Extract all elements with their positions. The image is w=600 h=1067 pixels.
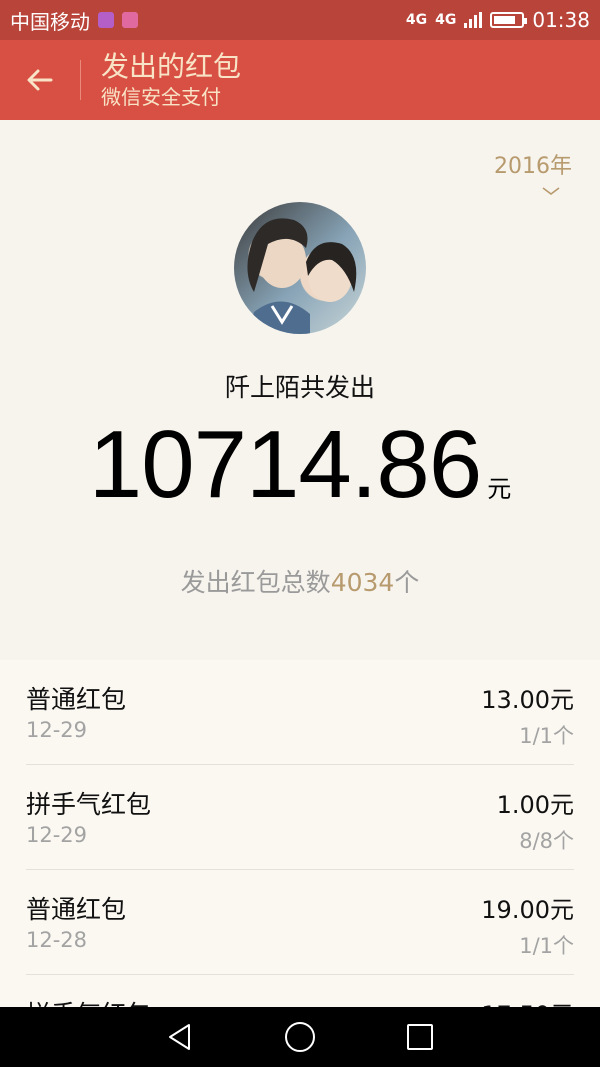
- currency-unit: 元: [487, 475, 512, 503]
- nav-back-button[interactable]: [150, 1007, 210, 1067]
- packet-amount: 17.50元: [481, 995, 574, 1007]
- avatar-photo: [247, 218, 357, 334]
- system-nav-bar: [0, 1007, 600, 1067]
- app-notification-icon: [122, 12, 138, 28]
- packet-claimed-count: 1/1个: [519, 724, 574, 748]
- packet-date: 12-29: [26, 718, 88, 742]
- list-item[interactable]: 普通红包 12-29 13.00元 1/1个: [26, 660, 574, 765]
- nav-home-button[interactable]: [270, 1007, 330, 1067]
- gallery-notification-icon: [98, 12, 114, 28]
- chevron-down-icon: [542, 187, 560, 195]
- packet-type: 普通红包: [26, 895, 127, 924]
- page-subtitle: 微信安全支付: [101, 85, 221, 109]
- battery-icon: [490, 12, 528, 28]
- packet-type: 拼手气红包: [26, 995, 151, 1007]
- nav-recent-button[interactable]: [390, 1007, 450, 1067]
- list-item[interactable]: 拼手气红包 17.50元: [26, 975, 574, 1007]
- status-bar: 中国移动 4G 4G 01:38: [0, 0, 600, 40]
- triangle-left-icon: [169, 1024, 190, 1050]
- arrow-left-icon: [27, 69, 53, 91]
- packet-claimed-count: 8/8个: [519, 829, 574, 853]
- year-selector[interactable]: 2016年: [494, 148, 572, 196]
- status-left: 中国移动: [10, 6, 138, 35]
- packet-count: 4034: [330, 568, 395, 597]
- packet-amount: 13.00元: [481, 686, 574, 714]
- network-type-1: 4G: [405, 12, 428, 28]
- avatar: [234, 202, 366, 334]
- summary-panel: 2016年 阡上陌共发出 10714.86 元 发出红包总数4034个: [0, 120, 600, 660]
- packet-claimed-count: 1/1个: [519, 934, 574, 958]
- count-prefix: 发出红包总数: [180, 568, 331, 597]
- packet-count-line: 发出红包总数4034个: [0, 563, 600, 599]
- packet-amount: 19.00元: [481, 896, 574, 924]
- sender-summary: 阡上陌共发出: [224, 373, 375, 402]
- header-text: 发出的红包 微信安全支付: [81, 50, 241, 110]
- circle-home-icon: [285, 1022, 315, 1052]
- red-packet-list: 普通红包 12-29 13.00元 1/1个 拼手气红包 12-29 1.00元…: [0, 660, 600, 1007]
- total-amount-row: 10714.86 元: [0, 410, 600, 520]
- status-right: 4G 4G 01:38: [406, 8, 590, 32]
- count-suffix: 个: [394, 568, 420, 597]
- list-item[interactable]: 普通红包 12-28 19.00元 1/1个: [26, 870, 574, 975]
- page-title: 发出的红包: [101, 50, 242, 83]
- packet-type: 普通红包: [26, 685, 127, 714]
- packet-type: 拼手气红包: [26, 790, 152, 819]
- packet-date: 12-28: [26, 928, 88, 952]
- packet-date: 12-29: [26, 823, 88, 847]
- signal-icon: [464, 12, 483, 28]
- list-item[interactable]: 拼手气红包 12-29 1.00元 8/8个: [26, 765, 574, 870]
- clock: 01:38: [532, 8, 590, 32]
- total-amount: 10714.86: [88, 411, 482, 518]
- packet-amount: 1.00元: [496, 791, 574, 819]
- square-recents-icon: [407, 1024, 433, 1050]
- network-type-2: 4G: [435, 12, 457, 28]
- app-header: 发出的红包 微信安全支付: [0, 40, 600, 120]
- carrier-label: 中国移动: [10, 9, 90, 34]
- year-label: 2016年: [494, 154, 572, 179]
- back-button[interactable]: [0, 40, 80, 120]
